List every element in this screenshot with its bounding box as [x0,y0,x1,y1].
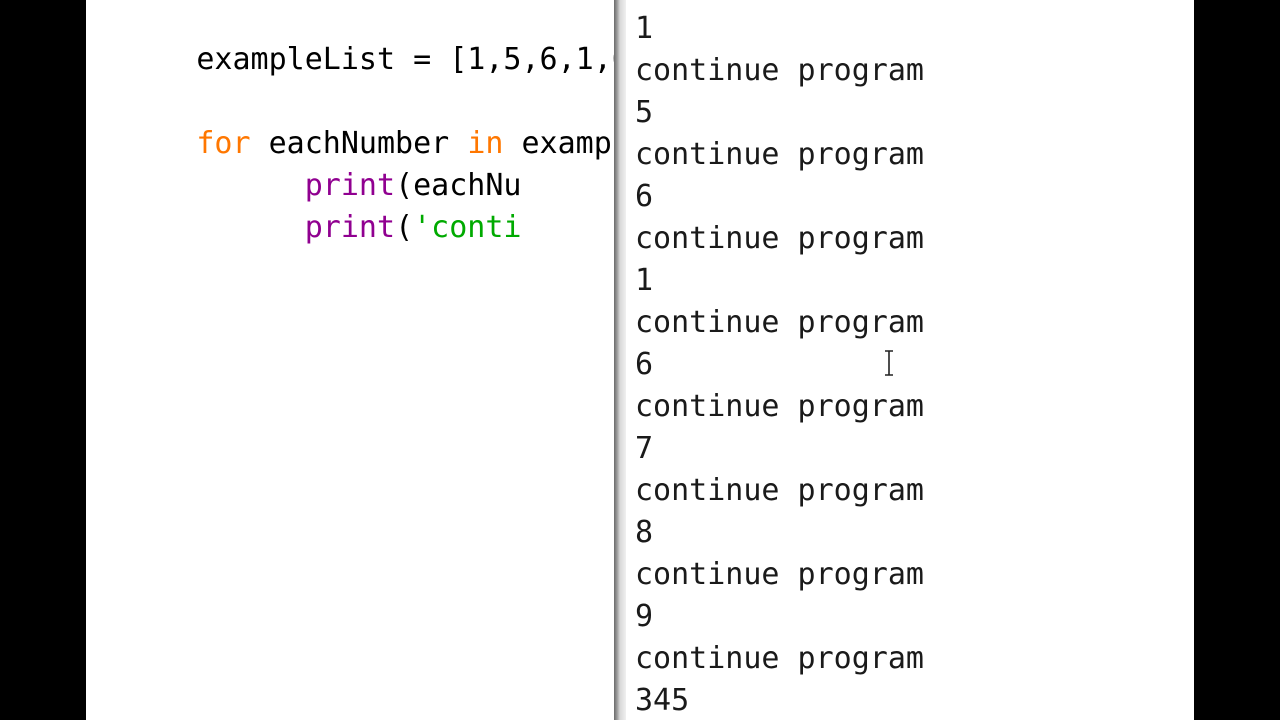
list-assignment: exampleList = [1,5,6,1,6 [196,42,626,77]
open-paren: ( [395,210,414,245]
shell-output-line: 1 [635,11,654,46]
shell-output-line: 6 [635,179,654,214]
shell-output-line: continue program [635,305,924,340]
text-cursor-icon [885,350,893,376]
shell-output-line: continue program [635,53,924,88]
code-editor[interactable]: exampleList = [1,5,6,1,6 for eachNumber … [86,0,626,720]
shell-output[interactable]: 1 continue program 5 continue program 6 conti… [635,8,924,720]
shell-output-line: 1 [635,263,654,298]
shell-output-line: continue program [635,137,924,172]
string-literal: 'conti [413,210,522,245]
shell-output-line: 5 [635,95,654,130]
code-line-print-2[interactable]: print('conti [88,165,522,291]
builtin-print: print [304,210,396,245]
shell-output-line: continue program [635,389,924,424]
screen: exampleList = [1,5,6,1,6 for eachNumber … [0,0,1280,720]
shell-output-line: 6 [635,347,654,382]
python-shell-window[interactable]: 1 continue program 5 continue program 6 conti… [614,0,1194,720]
shell-output-line: continue program [635,221,924,256]
shell-output-line: continue program [635,473,924,508]
shell-output-line: continue program [635,641,924,676]
window-border[interactable] [614,0,626,720]
shell-output-line: 345 [635,683,690,718]
shell-output-line: continue program [635,557,924,592]
shell-output-line: 8 [635,515,654,550]
shell-output-line: 9 [635,599,654,634]
shell-output-line: 7 [635,431,654,466]
screen-edge [1194,0,1280,720]
loop-iterable: exampl [503,126,626,161]
